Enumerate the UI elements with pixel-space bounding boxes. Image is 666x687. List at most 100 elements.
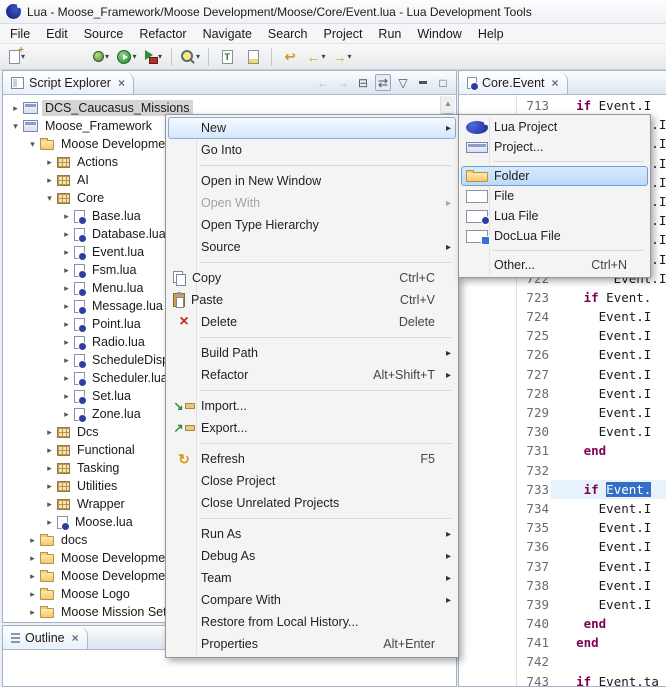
menubar-item-source[interactable]: Source <box>76 25 132 43</box>
expand-arrow-icon[interactable]: ▸ <box>27 589 38 600</box>
expand-arrow-icon[interactable]: ▸ <box>61 409 72 420</box>
tab-outline[interactable]: Outline × <box>3 627 88 649</box>
search-button[interactable]: ▾ <box>178 46 202 68</box>
context-menu-item-delete[interactable]: DeleteDelete <box>168 311 456 333</box>
expand-arrow-icon[interactable]: ▸ <box>61 247 72 258</box>
run-button[interactable]: ▾ <box>115 46 139 68</box>
back-button[interactable]: ▾ <box>304 46 328 68</box>
dropdown-arrow-icon[interactable]: ▾ <box>132 52 136 61</box>
submenu-item-other[interactable]: Other...Ctrl+N <box>461 255 648 275</box>
expand-arrow-icon[interactable]: ▸ <box>10 103 21 114</box>
dropdown-arrow-icon[interactable]: ▾ <box>105 52 109 61</box>
collapse-arrow-icon[interactable]: ▾ <box>10 121 21 132</box>
collapse-all-icon[interactable]: ⊟ <box>355 74 371 91</box>
scroll-up-icon[interactable]: ▲ <box>441 96 455 111</box>
context-menu-item-new[interactable]: New▸ <box>168 117 456 139</box>
expand-arrow-icon[interactable]: ▸ <box>61 337 72 348</box>
submenu-item-lua-project[interactable]: Lua Project <box>461 117 648 137</box>
context-menu-item-open-type-hierarchy[interactable]: Open Type Hierarchy <box>168 214 456 236</box>
expand-arrow-icon[interactable]: ▸ <box>61 265 72 276</box>
context-menu-item-refresh[interactable]: RefreshF5 <box>168 448 456 470</box>
submenu-item-doclua-file[interactable]: DocLua File <box>461 226 648 246</box>
expand-arrow-icon[interactable]: ▸ <box>61 355 72 366</box>
menubar-item-project[interactable]: Project <box>316 25 371 43</box>
menubar-item-run[interactable]: Run <box>370 25 409 43</box>
submenu-item-lua-file[interactable]: Lua File <box>461 206 648 226</box>
close-tab-icon[interactable]: × <box>118 76 125 90</box>
dropdown-arrow-icon[interactable]: ▾ <box>196 52 200 61</box>
maximize-icon[interactable]: □ <box>435 74 451 91</box>
close-tab-icon[interactable]: × <box>72 631 79 645</box>
context-menu-item-restore-from-local-history[interactable]: Restore from Local History... <box>168 611 456 633</box>
expand-arrow-icon[interactable]: ▸ <box>44 427 55 438</box>
menubar-item-search[interactable]: Search <box>260 25 316 43</box>
expand-arrow-icon[interactable]: ▸ <box>61 211 72 222</box>
dropdown-arrow-icon[interactable]: ▾ <box>322 52 326 61</box>
expand-arrow-icon[interactable]: ▸ <box>44 463 55 474</box>
tab-script-explorer[interactable]: Script Explorer × <box>3 72 134 94</box>
context-menu-item-open-in-new-window[interactable]: Open in New Window <box>168 170 456 192</box>
view-menu-icon[interactable]: ▽ <box>395 74 411 91</box>
expand-arrow-icon[interactable]: ▸ <box>61 229 72 240</box>
expand-arrow-icon[interactable]: ▸ <box>27 607 38 618</box>
context-menu-item-close-project[interactable]: Close Project <box>168 470 456 492</box>
link-with-editor-icon[interactable]: ⇄ <box>375 74 391 91</box>
expand-arrow-icon[interactable]: ▸ <box>27 535 38 546</box>
submenu-item-file[interactable]: File <box>461 186 648 206</box>
context-menu-item-paste[interactable]: PasteCtrl+V <box>168 289 456 311</box>
menubar-item-refactor[interactable]: Refactor <box>131 25 194 43</box>
expand-arrow-icon[interactable]: ▸ <box>44 445 55 456</box>
expand-arrow-icon[interactable]: ▸ <box>61 373 72 384</box>
menubar-item-help[interactable]: Help <box>470 25 512 43</box>
context-menu-item-go-into[interactable]: Go Into <box>168 139 456 161</box>
context-menu-item-run-as[interactable]: Run As▸ <box>168 523 456 545</box>
expand-arrow-icon[interactable]: ▸ <box>44 499 55 510</box>
context-menu-item-source[interactable]: Source▸ <box>168 236 456 258</box>
close-tab-icon[interactable]: × <box>552 76 559 90</box>
context-menu-item-compare-with[interactable]: Compare With▸ <box>168 589 456 611</box>
context-menu-item-export[interactable]: Export... <box>168 417 456 439</box>
forward-button[interactable]: ▾ <box>330 46 354 68</box>
context-menu-item-team[interactable]: Team▸ <box>168 567 456 589</box>
expand-arrow-icon[interactable]: ▸ <box>44 175 55 186</box>
menubar-item-window[interactable]: Window <box>409 25 469 43</box>
tab-core-event[interactable]: Core.Event × <box>459 72 568 94</box>
collapse-arrow-icon[interactable]: ▾ <box>27 139 38 150</box>
context-menu-item-copy[interactable]: CopyCtrl+C <box>168 267 456 289</box>
context-menu-item-close-unrelated-projects[interactable]: Close Unrelated Projects <box>168 492 456 514</box>
open-type-button[interactable] <box>215 46 239 68</box>
expand-arrow-icon[interactable]: ▸ <box>44 157 55 168</box>
context-menu-item-open-with[interactable]: Open With▸ <box>168 192 456 214</box>
menubar-item-edit[interactable]: Edit <box>38 25 76 43</box>
back-icon[interactable]: ← <box>315 74 331 91</box>
expand-arrow-icon[interactable]: ▸ <box>61 391 72 402</box>
submenu-item-project[interactable]: Project... <box>461 137 648 157</box>
context-menu-item-debug-as[interactable]: Debug As▸ <box>168 545 456 567</box>
code-line: 733 if Event. <box>459 480 666 499</box>
submenu-item-folder[interactable]: Folder <box>461 166 648 186</box>
expand-arrow-icon[interactable]: ▸ <box>61 283 72 294</box>
collapse-arrow-icon[interactable]: ▾ <box>44 193 55 204</box>
expand-arrow-icon[interactable]: ▸ <box>27 571 38 582</box>
expand-arrow-icon[interactable]: ▸ <box>44 517 55 528</box>
external-tools-button[interactable]: ▾ <box>141 46 165 68</box>
menubar-item-navigate[interactable]: Navigate <box>195 25 260 43</box>
new-wizard-button[interactable]: ▾ <box>5 46 29 68</box>
forward-icon[interactable]: → <box>335 74 351 91</box>
code-line: 732 <box>459 461 666 480</box>
expand-arrow-icon[interactable]: ▸ <box>27 553 38 564</box>
context-menu-item-import[interactable]: Import... <box>168 395 456 417</box>
context-menu-item-build-path[interactable]: Build Path▸ <box>168 342 456 364</box>
dropdown-arrow-icon[interactable]: ▾ <box>348 52 352 61</box>
context-menu-item-refactor[interactable]: RefactorAlt+Shift+T▸ <box>168 364 456 386</box>
expand-arrow-icon[interactable]: ▸ <box>61 301 72 312</box>
dropdown-arrow-icon[interactable]: ▾ <box>158 52 162 61</box>
expand-arrow-icon[interactable]: ▸ <box>44 481 55 492</box>
context-menu-item-properties[interactable]: PropertiesAlt+Enter <box>168 633 456 655</box>
debug-button[interactable]: ▾ <box>89 46 113 68</box>
menubar-item-file[interactable]: File <box>2 25 38 43</box>
expand-arrow-icon[interactable]: ▸ <box>61 319 72 330</box>
last-edit-location-button[interactable] <box>278 46 302 68</box>
annotation-button[interactable] <box>241 46 265 68</box>
minimize-icon[interactable] <box>415 74 431 91</box>
